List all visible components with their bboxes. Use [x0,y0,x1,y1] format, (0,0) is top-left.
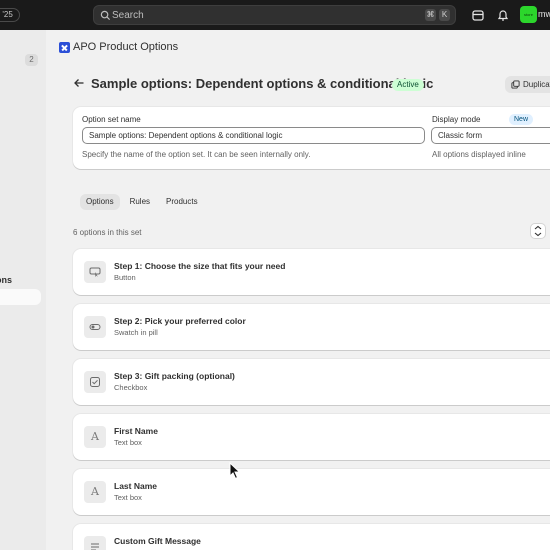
new-badge: New [509,114,534,125]
option-title: Step 3: Gift packing (optional) [114,371,235,381]
option-title: Step 2: Pick your preferred color [114,316,246,326]
command-key: ⌘ [425,9,436,21]
option-title: First Name [114,426,158,436]
option-set-name-input[interactable]: Sample options: Dependent options & cond… [82,127,425,144]
option-type: Text box [114,438,142,447]
option-row[interactable]: A First Name Text box [73,414,550,460]
option-type: Text box [114,493,142,502]
edition-badge: er '25 [0,8,20,22]
text-icon: A [84,481,106,503]
k-key: K [439,9,450,21]
option-type: Swatch in pill [114,328,158,337]
bell-icon[interactable] [496,8,510,22]
option-title: Last Name [114,481,157,491]
option-row[interactable]: Custom Gift Message [73,524,550,550]
option-type: Button [114,273,136,282]
duplicate-button[interactable]: Duplicate [505,76,550,93]
status-badge: Active [392,79,424,91]
text-icon: A [84,426,106,448]
display-mode-help: All options displayed inline [432,150,526,159]
mouse-cursor-icon [229,462,241,480]
option-row[interactable]: Step 1: Choose the size that fits your n… [73,249,550,295]
duplicate-icon [511,80,520,89]
search-bar[interactable]: Search ⌘ K [93,5,456,25]
main-content: APO Product Options Sample options: Depe… [46,30,550,550]
app-header: APO Product Options [59,40,178,54]
reorder-button[interactable] [530,223,546,239]
options-count: 6 options in this set [73,228,142,237]
display-mode-select[interactable]: Classic form [431,127,550,144]
sidebar: 2 ons [0,30,46,550]
app-logo-icon [59,41,70,53]
textarea-icon [84,536,106,550]
tab-bar: Options Rules Products [80,194,204,210]
search-icon [100,10,111,21]
user-name[interactable]: mw [538,9,550,19]
tab-options[interactable]: Options [80,194,120,210]
search-placeholder: Search [112,10,144,21]
option-row[interactable]: Step 3: Gift packing (optional) Checkbox [73,359,550,405]
display-mode-label: Display mode [432,115,481,124]
reorder-icon [534,225,542,237]
sidebar-section-label[interactable]: ons [0,275,12,285]
swatch-icon [84,316,106,338]
back-arrow-icon[interactable] [73,77,85,89]
checkbox-icon [84,371,106,393]
option-set-name-help: Specify the name of the option set. It c… [82,150,311,159]
sidebar-count-badge: 2 [25,54,38,66]
option-row[interactable]: Step 2: Pick your preferred color Swatch… [73,304,550,350]
duplicate-label: Duplicate [523,80,550,89]
option-set-settings-card: Option set name Sample options: Dependen… [73,107,550,169]
option-title: Step 1: Choose the size that fits your n… [114,261,286,271]
tab-products[interactable]: Products [160,194,204,210]
store-icon[interactable] [471,8,485,22]
button-icon [84,261,106,283]
sidebar-item-active[interactable] [0,289,41,305]
app-name: APO Product Options [73,41,179,53]
option-title: Custom Gift Message [114,536,201,546]
tab-rules[interactable]: Rules [124,194,156,210]
page-title: Sample options: Dependent options & cond… [91,76,434,91]
option-set-name-label: Option set name [82,115,141,124]
store-avatar[interactable]: store [520,6,537,23]
option-row[interactable]: A Last Name Text box [73,469,550,515]
option-type: Checkbox [114,383,148,392]
top-bar: er '25 Search ⌘ K store mw [0,0,550,30]
